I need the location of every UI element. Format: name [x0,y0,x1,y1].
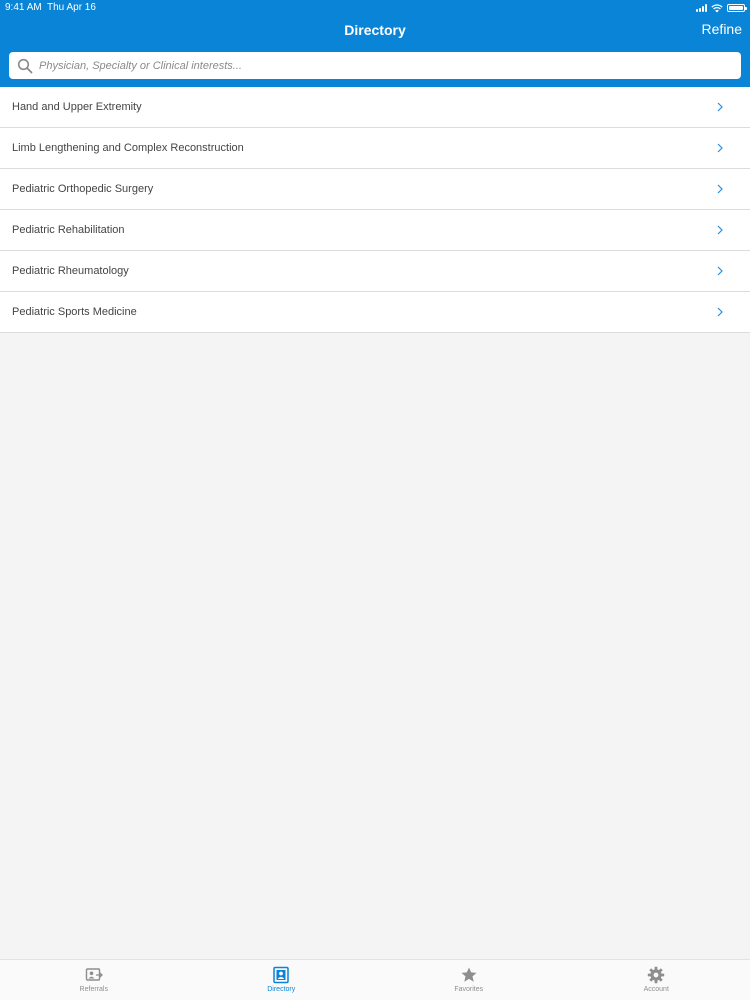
refine-button[interactable]: Refine [702,21,742,37]
signal-icon [696,4,707,12]
list-item-label: Pediatric Orthopedic Surgery [12,183,154,195]
tab-favorites[interactable]: Favorites [375,960,563,1000]
status-date: Thu Apr 16 [47,2,96,13]
page-title: Directory [344,22,406,38]
referrals-icon [85,968,103,981]
gear-icon [648,966,665,984]
list-item-label: Hand and Upper Extremity [12,101,142,113]
battery-icon [727,4,747,12]
tab-account[interactable]: Account [563,960,750,1000]
tab-referrals[interactable]: Referrals [0,960,188,1000]
chevron-right-icon [717,143,723,153]
directory-icon [273,966,289,984]
chevron-right-icon [717,225,723,235]
list-item[interactable]: Pediatric Orthopedic Surgery [0,169,750,210]
list-item[interactable]: Pediatric Rehabilitation [0,210,750,251]
star-icon [461,967,477,982]
search-input[interactable] [39,52,741,79]
list-item[interactable]: Hand and Upper Extremity [0,87,750,128]
chevron-right-icon [717,184,723,194]
list-item-label: Pediatric Sports Medicine [12,306,137,318]
status-bar: 9:41 AM Thu Apr 16 [0,0,750,16]
list-item-label: Limb Lengthening and Complex Reconstruct… [12,142,244,154]
list-item-label: Pediatric Rehabilitation [12,224,125,236]
search-bar[interactable] [9,52,741,79]
header-bar: 9:41 AM Thu Apr 16 Directory Refine [0,0,750,87]
app-root: 9:41 AM Thu Apr 16 Directory Refine Phys… [0,0,750,1000]
tab-bar: Referrals Directory Favorites Account [0,959,750,1000]
status-icons [696,3,747,13]
search-icon [17,58,33,73]
tab-label: Directory [267,986,296,993]
list-item[interactable]: Limb Lengthening and Complex Reconstruct… [0,128,750,169]
list-item[interactable]: Pediatric Sports Medicine [0,292,750,333]
wifi-icon [711,3,723,12]
list-item-label: Pediatric Rheumatology [12,265,129,277]
tab-label: Favorites [454,986,484,993]
chevron-right-icon [717,102,723,112]
chevron-right-icon [717,266,723,276]
tab-label: Referrals [79,986,108,993]
specialty-list: Hand and Upper Extremity Limb Lengthenin… [0,87,750,333]
tab-directory[interactable]: Directory [188,960,376,1000]
chevron-right-icon [717,307,723,317]
status-time: 9:41 AM [5,2,42,13]
tab-label: Account [643,986,669,993]
list-item[interactable]: Pediatric Rheumatology [0,251,750,292]
